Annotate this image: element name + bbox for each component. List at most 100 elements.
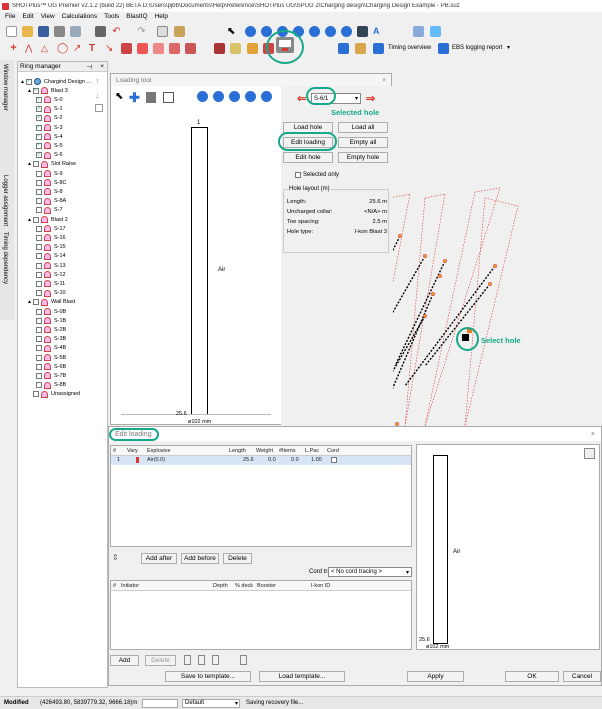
layout-a-icon[interactable]	[184, 655, 191, 665]
checkbox[interactable]: ✓	[36, 96, 42, 103]
move-icon[interactable]: ⇕	[112, 553, 119, 562]
load-template-button[interactable]: Load template...	[259, 671, 345, 682]
down-arrow-icon[interactable]: ↓	[95, 90, 107, 100]
menu-blastiq[interactable]: BlastIQ	[126, 13, 147, 23]
tree-hole[interactable]: S-11	[36, 279, 65, 288]
cursor-icon[interactable]: ⬉	[227, 26, 238, 37]
column-header[interactable]: #Items	[279, 448, 296, 454]
checkbox[interactable]	[36, 225, 42, 232]
tree-hole[interactable]: S-0B	[36, 307, 66, 316]
checkbox[interactable]	[36, 253, 42, 260]
text-tool-icon[interactable]: T	[89, 43, 100, 54]
edit-pen-icon[interactable]	[430, 26, 441, 37]
row-weight[interactable]: 0.0	[268, 457, 276, 463]
menu-file[interactable]: File	[5, 13, 15, 23]
menu-view[interactable]: View	[41, 13, 55, 23]
menu-calculations[interactable]: Calculations	[62, 13, 97, 23]
checkbox[interactable]	[36, 308, 42, 315]
tree-hole[interactable]: S-14	[36, 252, 66, 261]
line-icon[interactable]: ↗	[73, 43, 84, 54]
measure-icon[interactable]	[121, 43, 132, 54]
circle-icon[interactable]: ◯	[57, 43, 68, 54]
checkbox[interactable]: ✓	[36, 142, 42, 149]
rotate-icon[interactable]	[325, 26, 336, 37]
copy-layout-icon[interactable]	[95, 104, 103, 112]
checkbox[interactable]	[36, 363, 42, 370]
column-header[interactable]: Weight	[256, 448, 273, 454]
checkbox[interactable]	[36, 326, 42, 333]
empty-hole-button[interactable]: Empty hole	[338, 152, 388, 163]
zoom-all-icon-2[interactable]	[261, 91, 272, 102]
layer-select[interactable]: Default ▾	[182, 698, 240, 708]
tree-hole[interactable]: ✓ S-2	[36, 114, 63, 123]
tree-hole[interactable]: S-4B	[36, 344, 66, 353]
selected-only-checkbox[interactable]: Selected only	[295, 172, 339, 178]
cord-tracing-select[interactable]: < No cord tracing > ▾	[328, 567, 412, 577]
tree-hole[interactable]: S-7B	[36, 371, 66, 380]
add-after-button[interactable]: Add after	[141, 553, 177, 564]
polyline-icon[interactable]: ⋀	[25, 43, 36, 54]
triangle-icon[interactable]: △	[41, 43, 52, 54]
ok-button[interactable]: OK	[505, 671, 559, 682]
tree-hole[interactable]: S-8C	[36, 178, 67, 187]
checkbox[interactable]	[36, 170, 42, 177]
delete-initiator-button[interactable]: Delete	[145, 655, 176, 666]
text-style-icon[interactable]: A	[373, 26, 384, 37]
add-icon[interactable]: ✚	[129, 90, 140, 106]
pin-icon[interactable]: ⊣	[87, 63, 93, 71]
arrow-tool-icon[interactable]: ↘	[105, 43, 116, 54]
expand-icon[interactable]: ▲	[20, 79, 25, 85]
expand-icon[interactable]: ▲	[27, 299, 32, 305]
apply-button[interactable]: Apply	[407, 671, 464, 682]
tree-hole[interactable]: S-5B	[36, 353, 66, 362]
tree-hole[interactable]: S-8	[36, 187, 63, 196]
layer-icon[interactable]	[357, 26, 368, 37]
checkbox[interactable]	[32, 216, 39, 223]
ebs-icon[interactable]	[438, 43, 449, 54]
layout-d-icon[interactable]	[240, 655, 247, 665]
checkbox[interactable]: ✓	[36, 115, 42, 122]
row-explosive[interactable]: Air(0.0)	[147, 457, 165, 463]
column-header[interactable]: Length	[229, 448, 246, 454]
tree-hole[interactable]: S-13	[36, 261, 66, 270]
print-icon[interactable]	[54, 26, 65, 37]
checkbox[interactable]	[36, 280, 42, 287]
row-lpac[interactable]: 1.00	[311, 457, 322, 463]
loading-close-icon[interactable]: ×	[382, 77, 386, 84]
checkbox[interactable]	[36, 179, 42, 186]
checkbox[interactable]	[36, 244, 42, 251]
hole-column[interactable]	[191, 127, 208, 415]
tree-hole[interactable]: S-1B	[36, 316, 66, 325]
expand-icon[interactable]: ▲	[27, 161, 32, 167]
chevron-down-icon[interactable]: ▾	[507, 44, 510, 51]
checkbox[interactable]	[36, 336, 42, 343]
checkbox[interactable]	[36, 234, 42, 241]
save-template-button[interactable]: Save to template...	[165, 671, 251, 682]
checkbox[interactable]	[32, 299, 39, 306]
checkbox[interactable]	[36, 372, 42, 379]
timeline-icon[interactable]	[373, 43, 384, 54]
tree-hole[interactable]: ✓ S-6	[36, 151, 63, 160]
table-icon[interactable]	[355, 43, 366, 54]
up-arrow-icon[interactable]: ↑	[95, 76, 107, 86]
expand-icon[interactable]: ▲	[27, 217, 32, 223]
tree-hole[interactable]: S-8B	[36, 381, 66, 390]
column-header[interactable]: Vary	[127, 448, 138, 454]
checkbox[interactable]	[36, 345, 42, 352]
empty-all-button[interactable]: Empty all	[338, 137, 388, 148]
hole-edit-icon[interactable]	[169, 43, 180, 54]
view-icon[interactable]	[341, 26, 352, 37]
ring-icon[interactable]	[137, 43, 148, 54]
column-header[interactable]: Cord	[327, 448, 339, 454]
zoom-in-icon-2[interactable]	[197, 91, 208, 102]
checkbox[interactable]: ✓	[36, 133, 42, 140]
tree-hole[interactable]: S-9	[36, 169, 63, 178]
timing-overview-button[interactable]: Timing overview	[388, 45, 431, 51]
table-row[interactable]: 1 Air(0.0) 25.6 0.0 0.0 1.00	[111, 456, 411, 465]
copy-icon[interactable]	[157, 26, 168, 37]
cancel-button[interactable]: Cancel	[563, 671, 601, 682]
undo-icon[interactable]: ↶	[111, 26, 122, 37]
checkbox[interactable]	[36, 317, 42, 324]
cross-icon[interactable]: +	[8, 43, 19, 54]
checkbox[interactable]	[36, 354, 42, 361]
